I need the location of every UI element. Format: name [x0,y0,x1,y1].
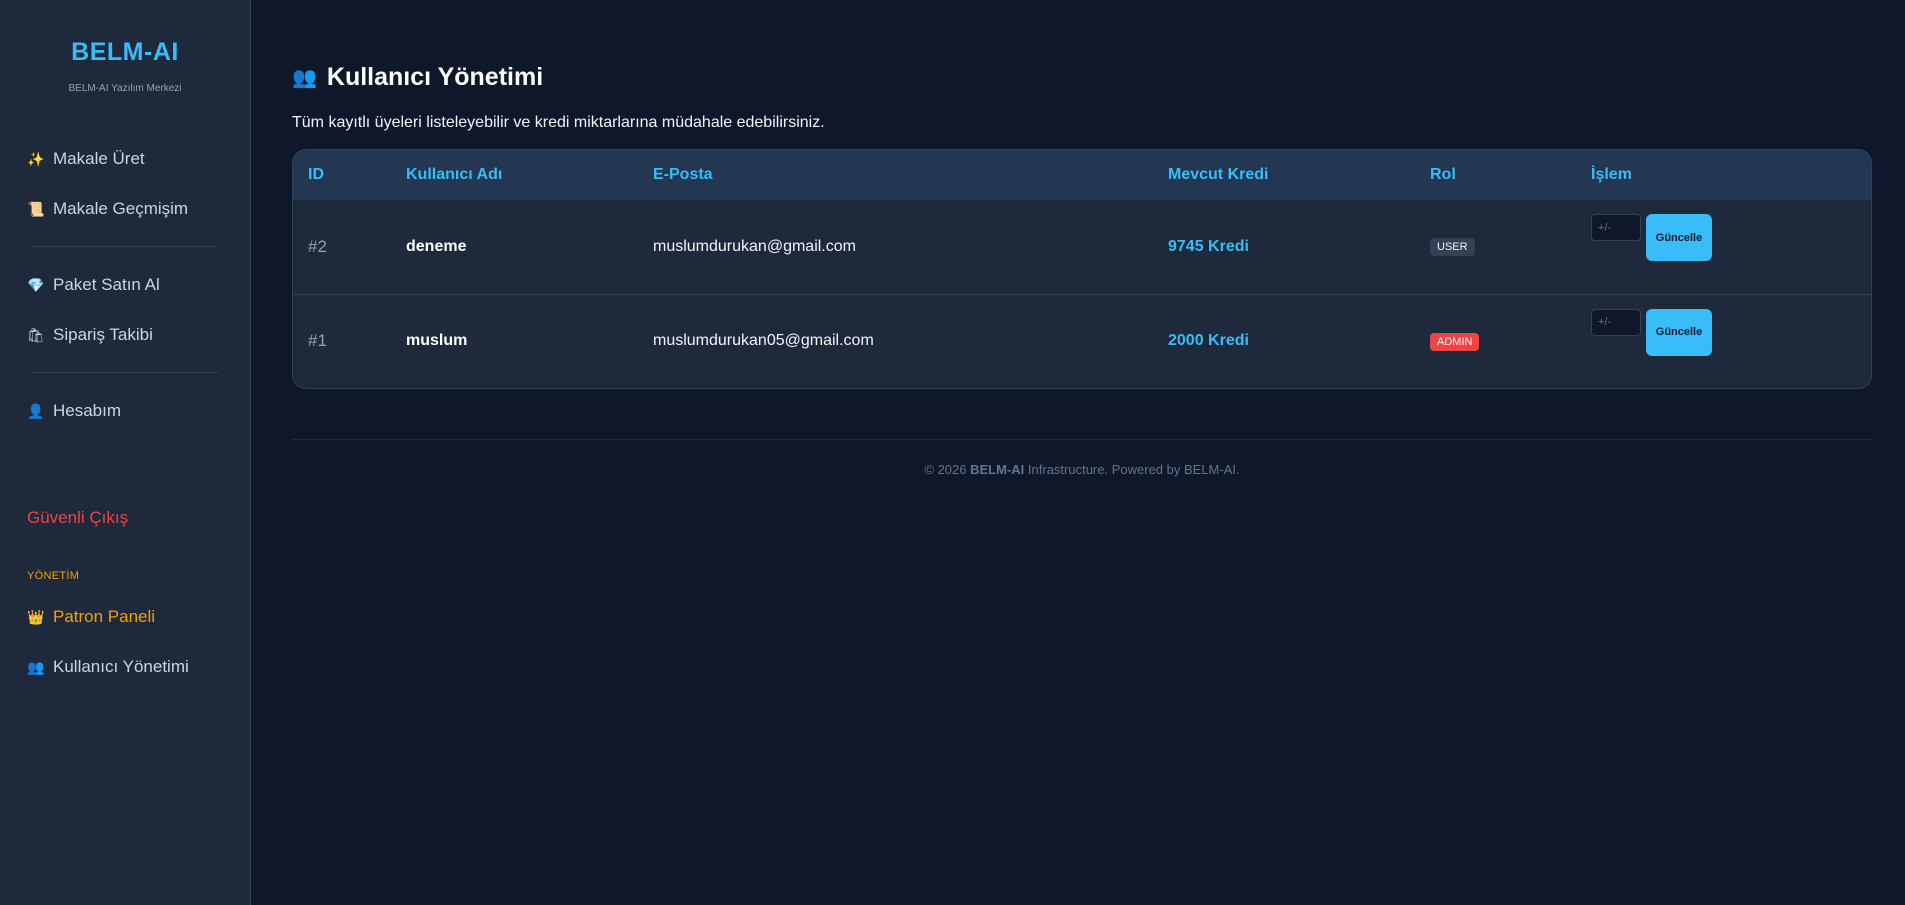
credit-amount-input[interactable] [1591,214,1641,241]
sidebar-item-label: Makale Geçmişim [53,199,189,218]
role-badge: ADMIN [1430,332,1480,351]
sidebar-nav: ✨ Makale Üret 📜 Makale Geçmişim 💎 Paket … [27,134,223,436]
users-icon: 👥 [292,66,317,89]
sidebar-item-makale-gecmisim[interactable]: 📜 Makale Geçmişim [27,184,223,234]
users-icon: 👥 [27,658,45,675]
page-title: 👥 Kullanıcı Yönetimi [292,60,1872,94]
user-id: #2 [308,236,327,256]
footer-prefix: © 2026 [924,462,971,477]
sidebar-item-label: Sipariş Takibi [53,325,153,344]
user-email: muslumdurukan05@gmail.com [653,332,874,350]
user-name: deneme [406,237,467,255]
column-header-action: İşlem [1591,166,1632,183]
user-icon: 👤 [27,402,45,419]
column-header-id: ID [308,166,324,183]
table-header-row: ID Kullanıcı Adı E-Posta Mevcut Kredi Ro… [293,150,1871,200]
footer-divider [292,439,1872,440]
main-content: 👥 Kullanıcı Yönetimi Tüm kayıtlı üyeleri… [251,0,1905,905]
sidebar-item-hesabim[interactable]: 👤 Hesabım [27,386,223,436]
user-action-cell: Güncelle [1576,294,1871,388]
admin-section-label: YÖNETİM [27,570,80,582]
update-credit-button[interactable]: Güncelle [1646,214,1712,261]
shopping-bag-icon: 🛍 [27,326,45,343]
sidebar-item-siparis-takibi[interactable]: 🛍 Sipariş Takibi [27,310,223,360]
role-badge: USER [1430,238,1475,257]
credit-update-form: Güncelle [1591,214,1871,261]
page-footer: © 2026 BELM-AI Infrastructure. Powered b… [292,462,1872,477]
page-description: Tüm kayıtlı üyeleri listeleyebilir ve kr… [292,114,825,131]
users-table-container: ID Kullanıcı Adı E-Posta Mevcut Kredi Ro… [292,149,1872,389]
brand-subtitle: BELM-AI Yazılım Merkezi [68,83,182,94]
crown-icon: 👑 [27,608,45,625]
sidebar-divider [32,246,218,247]
sidebar-item-makale-uret[interactable]: ✨ Makale Üret [27,134,223,184]
credit-update-form: Güncelle [1591,308,1871,356]
user-id: #1 [308,331,327,351]
user-role-cell: ADMIN [1415,294,1576,388]
sidebar-item-label: Makale Üret [53,149,145,168]
user-role-cell: USER [1415,200,1576,294]
brand-logo[interactable]: BELM-AI [27,38,223,67]
credit-amount-input[interactable] [1591,308,1641,336]
scroll-icon: 📜 [27,200,45,217]
user-credit: 9745 Kredi [1168,237,1249,255]
table-row: #2 deneme muslumdurukan@gmail.com 9745 K… [293,200,1871,294]
user-credit: 2000 Kredi [1168,332,1249,350]
sidebar-item-label: Hesabım [53,401,122,420]
footer-suffix: Infrastructure. Powered by BELM-AI. [1024,462,1240,477]
user-email: muslumdurukan@gmail.com [653,237,856,255]
user-action-cell: Güncelle [1576,200,1871,294]
app-root: BELM-AI BELM-AI Yazılım Merkezi ✨ Makale… [0,0,1905,905]
logout-link[interactable]: Güvenli Çıkış [27,508,223,530]
gem-icon: 💎 [27,276,45,293]
sidebar-item-label: Kullanıcı Yönetimi [53,657,189,676]
user-name: muslum [406,332,468,350]
sidebar-item-kullanici-yonetimi[interactable]: 👥 Kullanıcı Yönetimi [27,642,223,692]
sparkles-icon: ✨ [27,150,45,167]
sidebar-item-label: Patron Paneli [53,607,156,626]
sidebar-divider [32,372,218,373]
column-header-role: Rol [1430,166,1456,183]
users-table: ID Kullanıcı Adı E-Posta Mevcut Kredi Ro… [293,150,1871,388]
column-header-username: Kullanıcı Adı [406,166,503,183]
footer-brand: BELM-AI [970,462,1025,477]
column-header-email: E-Posta [653,166,713,183]
table-row: #1 muslum muslumdurukan05@gmail.com 2000… [293,294,1871,388]
sidebar-item-patron-paneli[interactable]: 👑 Patron Paneli [27,592,223,642]
sidebar: BELM-AI BELM-AI Yazılım Merkezi ✨ Makale… [0,0,251,905]
update-credit-button[interactable]: Güncelle [1646,308,1712,356]
column-header-credit: Mevcut Kredi [1168,166,1269,183]
sidebar-item-label: Paket Satın Al [53,275,160,294]
sidebar-item-paket-satin-al[interactable]: 💎 Paket Satın Al [27,260,223,310]
page-title-text: Kullanıcı Yönetimi [326,62,544,91]
